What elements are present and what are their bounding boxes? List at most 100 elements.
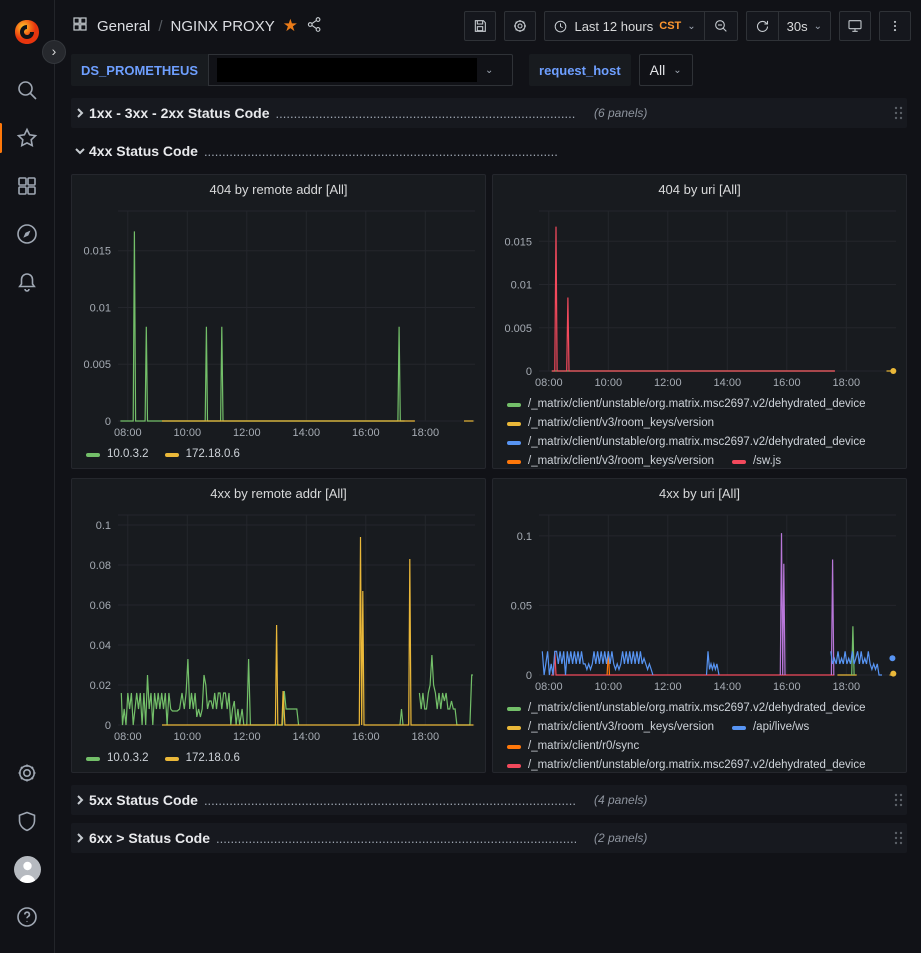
chevron-down-icon: ⌄ xyxy=(687,21,695,32)
kebab-menu-button[interactable] xyxy=(879,11,911,41)
legend-label: /_matrix/client/v3/room_keys/version xyxy=(528,718,714,737)
legend-item[interactable]: /_matrix/client/unstable/org.matrix.msc2… xyxy=(507,395,866,414)
sidebar-item-starred[interactable] xyxy=(7,118,47,158)
row-drag-handle[interactable] xyxy=(889,830,907,846)
dashboard-grid-icon[interactable] xyxy=(71,15,89,37)
sidebar-item-explore[interactable] xyxy=(7,214,47,254)
row-header-5xx[interactable]: 5xx Status Code.........................… xyxy=(71,785,907,815)
dashboard-settings-button[interactable] xyxy=(504,11,536,41)
svg-text:0.08: 0.08 xyxy=(90,560,111,572)
legend-item[interactable]: 10.0.3.2 xyxy=(86,445,149,464)
legend-item[interactable]: /_matrix/client/v3/room_keys/version xyxy=(507,718,714,737)
search-icon[interactable] xyxy=(7,70,47,110)
svg-text:0.02: 0.02 xyxy=(90,680,111,692)
legend-label: /api/live/ws xyxy=(753,718,809,737)
legend-swatch xyxy=(507,422,521,426)
row-drag-handle[interactable] xyxy=(889,105,907,121)
timezone-label: CST xyxy=(659,20,681,32)
chart-canvas[interactable]: 08:0010:0012:0014:0016:0018:0000.050.1 xyxy=(493,507,906,697)
svg-text:14:00: 14:00 xyxy=(714,681,742,693)
row-drag-handle[interactable] xyxy=(889,792,907,808)
favorite-star-icon[interactable]: ★ xyxy=(283,16,298,36)
legend-label: /_matrix/client/v3/room_keys/version xyxy=(528,452,714,468)
request-host-variable-select[interactable]: All ⌄ xyxy=(639,54,693,86)
panel-404-by-remote-addr: 404 by remote addr [All] 08:0010:0012:00… xyxy=(71,174,486,469)
request-host-variable-label[interactable]: request_host xyxy=(529,54,631,86)
legend-item[interactable]: /_matrix/client/v3/room_keys/version xyxy=(507,414,714,433)
panel-title[interactable]: 404 by remote addr [All] xyxy=(72,175,485,203)
row-header-4xx[interactable]: 4xx Status Code.........................… xyxy=(71,136,907,166)
chart-canvas[interactable]: 08:0010:0012:0014:0016:0018:0000.020.040… xyxy=(72,507,485,747)
legend-row: /_matrix/client/r0/sync xyxy=(507,737,906,756)
share-icon[interactable] xyxy=(306,16,323,37)
legend-item[interactable]: /_matrix/client/unstable/org.matrix.msc2… xyxy=(507,433,866,452)
datasource-variable-label[interactable]: DS_PROMETHEUS xyxy=(71,54,208,86)
svg-text:12:00: 12:00 xyxy=(233,731,261,743)
svg-text:10:00: 10:00 xyxy=(174,731,202,743)
svg-text:12:00: 12:00 xyxy=(233,427,261,439)
sidebar-item-server-admin[interactable] xyxy=(7,801,47,841)
sidebar-item-configuration[interactable] xyxy=(7,753,47,793)
legend-item[interactable]: /sw.js xyxy=(732,452,781,468)
panel-legend: 10.0.3.2 172.18.0.6 xyxy=(72,443,485,468)
legend-row: /_matrix/client/unstable/org.matrix.msc2… xyxy=(507,699,906,718)
row-header-1xx-3xx-2xx[interactable]: 1xx - 3xx - 2xx Status Code.............… xyxy=(71,98,907,128)
sidebar-item-dashboards[interactable] xyxy=(7,166,47,206)
legend-item[interactable]: 10.0.3.2 xyxy=(86,749,149,768)
chevron-down-icon: ⌄ xyxy=(485,65,493,76)
refresh-interval-picker[interactable]: 30s ⌄ xyxy=(778,12,830,40)
legend-swatch xyxy=(507,707,521,711)
panel-title[interactable]: 404 by uri [All] xyxy=(493,175,906,203)
legend-label: /sw.js xyxy=(753,452,781,468)
panel-4xx-by-remote-addr: 4xx by remote addr [All] 08:0010:0012:00… xyxy=(71,478,486,773)
legend-label: /_matrix/client/unstable/org.matrix.msc2… xyxy=(528,756,866,772)
help-icon[interactable] xyxy=(7,897,47,937)
refresh-interval-label: 30s xyxy=(787,19,808,34)
legend-item[interactable]: 172.18.0.6 xyxy=(165,749,240,768)
sidebar-item-alerting[interactable] xyxy=(7,262,47,302)
legend-label: /_matrix/client/unstable/org.matrix.msc2… xyxy=(528,395,866,414)
panel-title[interactable]: 4xx by uri [All] xyxy=(493,479,906,507)
grafana-logo-icon[interactable] xyxy=(7,12,47,52)
panel-legend: 10.0.3.2 172.18.0.6 xyxy=(72,747,485,772)
zoom-out-button[interactable] xyxy=(704,12,737,40)
legend-item[interactable]: /api/live/ws xyxy=(732,718,809,737)
legend-label: /_matrix/client/unstable/org.matrix.msc2… xyxy=(528,433,866,452)
svg-text:0.015: 0.015 xyxy=(504,236,532,248)
legend-item[interactable]: 172.18.0.6 xyxy=(165,445,240,464)
chart-area[interactable]: 08:0010:0012:0014:0016:0018:0000.0050.01… xyxy=(72,203,485,443)
variables-row: DS_PROMETHEUS ⌄ request_host All ⌄ xyxy=(55,52,921,94)
cycle-view-mode-button[interactable] xyxy=(839,11,871,41)
chart-canvas[interactable]: 08:0010:0012:0014:0016:0018:0000.0050.01… xyxy=(493,203,906,393)
chart-area[interactable]: 08:0010:0012:0014:0016:0018:0000.050.1 xyxy=(493,507,906,697)
refresh-button[interactable] xyxy=(747,12,778,40)
svg-text:0.005: 0.005 xyxy=(504,323,532,335)
time-range-picker[interactable]: Last 12 hours CST ⌄ xyxy=(545,12,703,40)
datasource-variable-select[interactable]: ⌄ xyxy=(208,54,513,86)
svg-text:0.1: 0.1 xyxy=(96,520,111,532)
user-avatar[interactable] xyxy=(7,849,47,889)
page-title[interactable]: NGINX PROXY xyxy=(171,18,275,35)
breadcrumb-folder[interactable]: General xyxy=(97,18,150,35)
legend-item[interactable]: /_matrix/client/v3/room_keys/version xyxy=(507,452,714,468)
svg-text:0.04: 0.04 xyxy=(90,640,111,652)
sidebar-expand-button[interactable]: › xyxy=(42,40,66,64)
legend-item[interactable]: /_matrix/client/unstable/org.matrix.msc2… xyxy=(507,756,866,772)
legend-swatch xyxy=(507,403,521,407)
row-header-6xx[interactable]: 6xx > Status Code.......................… xyxy=(71,823,907,853)
chart-area[interactable]: 08:0010:0012:0014:0016:0018:0000.020.040… xyxy=(72,507,485,747)
panel-title[interactable]: 4xx by remote addr [All] xyxy=(72,479,485,507)
svg-text:10:00: 10:00 xyxy=(174,427,202,439)
svg-text:14:00: 14:00 xyxy=(714,377,742,389)
chart-canvas[interactable]: 08:0010:0012:0014:0016:0018:0000.0050.01… xyxy=(72,203,485,443)
row-leader-dots: ........................................… xyxy=(216,831,576,846)
save-dashboard-button[interactable] xyxy=(464,11,496,41)
legend-row: 10.0.3.2 172.18.0.6 xyxy=(86,445,485,464)
legend-label: 10.0.3.2 xyxy=(107,749,149,768)
chevron-right-icon xyxy=(71,832,89,844)
chart-area[interactable]: 08:0010:0012:0014:0016:0018:0000.0050.01… xyxy=(493,203,906,393)
header-toolbar: Last 12 hours CST ⌄ 30s ⌄ xyxy=(464,11,911,41)
legend-item[interactable]: /_matrix/client/r0/sync xyxy=(507,737,639,756)
legend-swatch xyxy=(507,726,521,730)
legend-item[interactable]: /_matrix/client/unstable/org.matrix.msc2… xyxy=(507,699,866,718)
